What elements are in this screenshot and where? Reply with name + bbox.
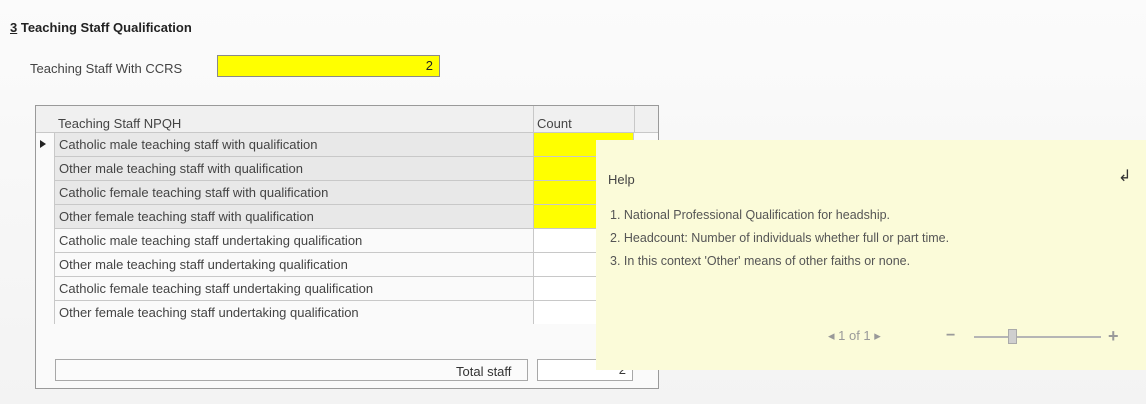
zoom-track[interactable]: [974, 336, 1101, 338]
row-indicator: [36, 156, 54, 180]
row-label: Other male teaching staff undertaking qu…: [54, 252, 533, 276]
row-indicator: [36, 204, 54, 228]
row-indicator: [36, 132, 54, 156]
ccrs-input[interactable]: 2: [217, 55, 440, 77]
section-title: 3 Teaching Staff Qualification: [10, 20, 192, 35]
zoom-out-icon[interactable]: −: [946, 327, 955, 345]
table-row[interactable]: Other female teaching staff undertaking …: [36, 300, 658, 324]
help-text: 1. National Professional Qualification f…: [610, 204, 949, 273]
table-row[interactable]: Catholic male teaching staff with qualif…: [36, 132, 658, 156]
npqh-grid: Teaching Staff NPQH Count Catholic male …: [35, 105, 659, 389]
total-staff-label: Total staff: [456, 364, 512, 379]
table-row[interactable]: Other male teaching staff undertaking qu…: [36, 252, 658, 276]
zoom-thumb[interactable]: [1008, 329, 1017, 344]
zoom-in-icon[interactable]: +: [1108, 326, 1119, 347]
row-indicator: [36, 300, 54, 324]
column-divider: [634, 106, 635, 132]
current-row-arrow-icon: [40, 140, 46, 148]
row-indicator: [36, 276, 54, 300]
column-divider: [533, 106, 534, 132]
help-panel: Help ↲ 1. National Professional Qualific…: [596, 140, 1146, 370]
row-label: Other female teaching staff undertaking …: [54, 300, 533, 324]
row-label: Catholic male teaching staff undertaking…: [54, 228, 533, 252]
table-row[interactable]: Other male teaching staff with qualifica…: [36, 156, 658, 180]
row-label: Catholic female teaching staff with qual…: [54, 180, 533, 204]
row-indicator: [36, 180, 54, 204]
table-row[interactable]: Other female teaching staff with qualifi…: [36, 204, 658, 228]
ccrs-label: Teaching Staff With CCRS: [30, 61, 183, 76]
page-navigator[interactable]: ◂ 1 of 1 ▸: [828, 328, 881, 344]
grid-header: Teaching Staff NPQH Count: [36, 106, 658, 133]
row-indicator: [36, 228, 54, 252]
help-title: Help: [608, 172, 635, 187]
qualification-panel: 3 Teaching Staff Qualification Teaching …: [0, 0, 1146, 404]
section-title-text: Teaching Staff Qualification: [17, 20, 192, 35]
column-header-count[interactable]: Count: [537, 116, 572, 131]
help-line: 2. Headcount: Number of individuals whet…: [610, 231, 950, 245]
table-row[interactable]: Catholic male teaching staff undertaking…: [36, 228, 658, 252]
row-label: Catholic male teaching staff with qualif…: [54, 132, 533, 156]
row-label: Other male teaching staff with qualifica…: [54, 156, 533, 180]
row-label: Other female teaching staff with qualifi…: [54, 204, 533, 228]
help-line: 1. National Professional Qualification f…: [610, 208, 891, 222]
zoom-slider[interactable]: − +: [946, 326, 1126, 346]
table-row[interactable]: Catholic female teaching staff with qual…: [36, 180, 658, 204]
row-label: Catholic female teaching staff undertaki…: [54, 276, 533, 300]
table-row[interactable]: Catholic female teaching staff undertaki…: [36, 276, 658, 300]
help-line: 3. In this context 'Other' means of othe…: [610, 254, 911, 268]
pin-icon[interactable]: ↲: [1118, 166, 1131, 186]
column-header-name[interactable]: Teaching Staff NPQH: [58, 116, 181, 131]
row-indicator: [36, 252, 54, 276]
